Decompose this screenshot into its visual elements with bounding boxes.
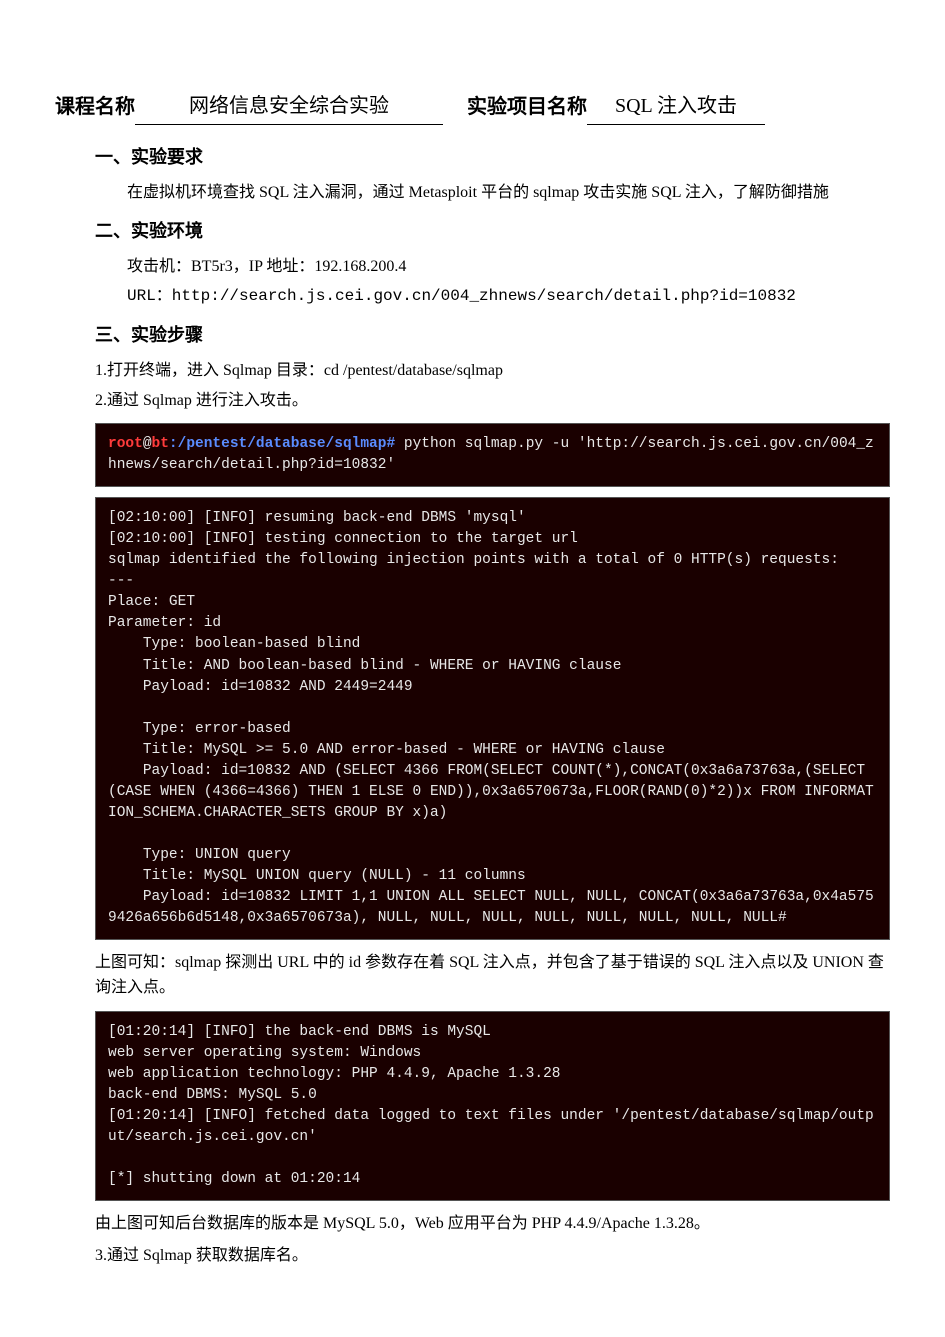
prompt-host: bt [152, 436, 169, 452]
course-value: 网络信息安全综合实验 [135, 90, 443, 125]
env-url: URL：http://search.js.cei.gov.cn/004_zhne… [95, 284, 890, 310]
terminal-output-1: [02:10:00] [INFO] resuming back-end DBMS… [95, 497, 890, 939]
prompt-at: @ [143, 436, 152, 452]
project-label: 实验项目名称 [467, 91, 587, 125]
step-2: 2.通过 Sqlmap 进行注入攻击。 [95, 388, 890, 414]
document-header: 课程名称 网络信息安全综合实验 实验项目名称 SQL 注入攻击 [55, 90, 890, 125]
section-1-title: 一、实验要求 [95, 143, 890, 172]
section-1-body: 在虚拟机环境查找 SQL 注入漏洞，通过 Metasploit 平台的 sqlm… [95, 180, 890, 206]
section-2-title: 二、实验环境 [95, 217, 890, 246]
terminal-output-2: [01:20:14] [INFO] the back-end DBMS is M… [95, 1011, 890, 1201]
step-1: 1.打开终端，进入 Sqlmap 目录：cd /pentest/database… [95, 358, 890, 384]
step-3: 3.通过 Sqlmap 获取数据库名。 [95, 1243, 890, 1269]
document-page: 课程名称 网络信息安全综合实验 实验项目名称 SQL 注入攻击 一、实验要求 在… [0, 0, 945, 1302]
env-attacker: 攻击机：BT5r3，IP 地址：192.168.200.4 [95, 254, 890, 280]
terminal-command-1: root@bt:/pentest/database/sqlmap# python… [95, 423, 890, 487]
caption-1: 上图可知：sqlmap 探测出 URL 中的 id 参数存在着 SQL 注入点，… [95, 950, 890, 1001]
section-3-title: 三、实验步骤 [95, 321, 890, 350]
project-value: SQL 注入攻击 [587, 90, 765, 125]
prompt-user: root [108, 436, 143, 452]
caption-2: 由上图可知后台数据库的版本是 MySQL 5.0，Web 应用平台为 PHP 4… [95, 1211, 890, 1237]
prompt-path: :/pentest/database/sqlmap# [169, 436, 395, 452]
course-label: 课程名称 [55, 91, 135, 125]
